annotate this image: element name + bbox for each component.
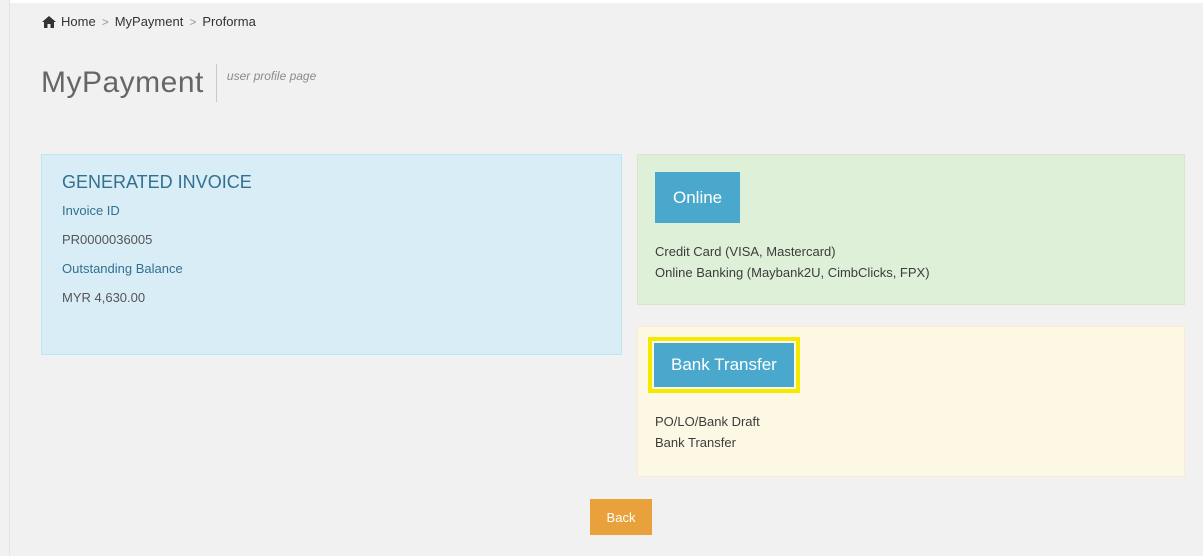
bank-transfer-button[interactable]: Bank Transfer (654, 343, 794, 387)
bank-option-po-lo-draft: PO/LO/Bank Draft (655, 414, 760, 429)
bank-transfer-panel: Bank Transfer PO/LO/Bank Draft Bank Tran… (637, 326, 1185, 477)
page-header: MyPayment user profile page (41, 64, 316, 102)
breadcrumb: Home > MyPayment > Proforma (42, 14, 256, 29)
page-title: MyPayment (41, 66, 204, 99)
home-icon[interactable] (42, 15, 56, 28)
online-option-credit-card: Credit Card (VISA, Mastercard) (655, 244, 836, 259)
online-options: Credit Card (VISA, Mastercard) Online Ba… (655, 241, 1167, 283)
outstanding-balance-label: Outstanding Balance (62, 261, 183, 276)
back-button[interactable]: Back (590, 499, 652, 535)
breadcrumb-proforma: Proforma (202, 14, 256, 29)
invoice-id-label: Invoice ID (62, 203, 120, 218)
page-subtitle: user profile page (226, 69, 317, 83)
invoice-panel: GENERATED INVOICE Invoice ID PR000003600… (41, 154, 622, 355)
online-button[interactable]: Online (655, 172, 741, 223)
breadcrumb-home[interactable]: Home (61, 14, 96, 29)
left-gutter (0, 0, 10, 556)
title-divider (215, 64, 217, 102)
bank-options: PO/LO/Bank Draft Bank Transfer (648, 411, 1174, 453)
invoice-heading: GENERATED INVOICE (62, 172, 252, 192)
breadcrumb-separator: > (189, 14, 197, 29)
outstanding-balance-value: MYR 4,630.00 (62, 290, 146, 305)
bank-transfer-highlight: Bank Transfer (648, 337, 800, 393)
breadcrumb-mypayment[interactable]: MyPayment (115, 14, 184, 29)
online-option-online-banking: Online Banking (Maybank2U, CimbClicks, F… (655, 265, 930, 280)
bank-option-bank-transfer: Bank Transfer (655, 435, 736, 450)
breadcrumb-separator: > (101, 14, 109, 29)
invoice-id-value: PR0000036005 (62, 232, 153, 247)
online-payment-panel: Online Credit Card (VISA, Mastercard) On… (637, 154, 1185, 305)
top-edge (0, 0, 1203, 3)
